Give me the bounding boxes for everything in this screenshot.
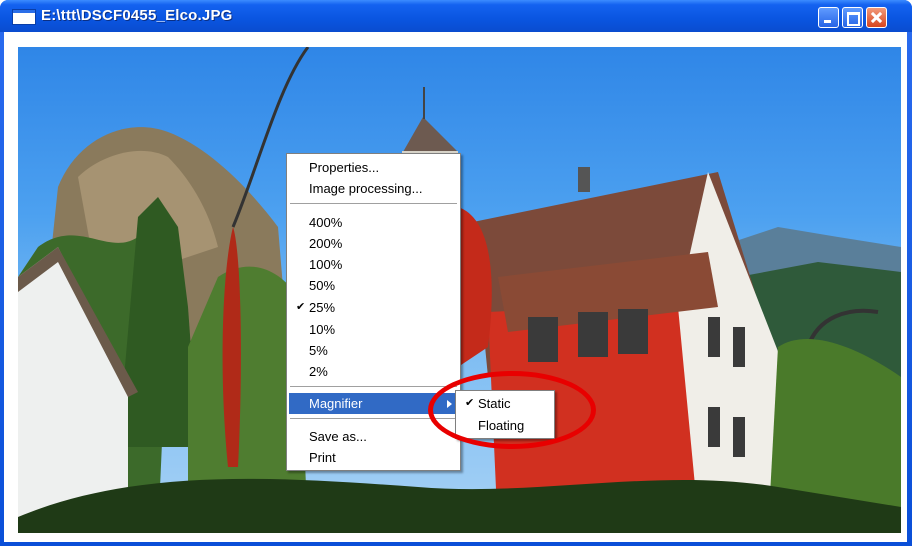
menu-item-print[interactable]: Print xyxy=(289,447,458,468)
menu-item-label: 2% xyxy=(309,364,328,379)
menu-item-image-processing[interactable]: Image processing... xyxy=(289,178,458,199)
menu-item-zoom-2[interactable]: 2% xyxy=(289,361,458,382)
menu-separator xyxy=(290,386,457,388)
menu-item-label: 25% xyxy=(309,300,336,315)
menu-item-label: 10% xyxy=(309,322,336,337)
menu-item-zoom-50[interactable]: 50% xyxy=(289,275,458,296)
menu-item-properties[interactable]: Properties... xyxy=(289,157,458,178)
title-bar[interactable]: E:\ttt\DSCF0455_Elco.JPG xyxy=(0,0,912,32)
menu-item-label: Properties... xyxy=(309,160,380,175)
menu-item-label: 100% xyxy=(309,257,343,272)
menu-item-label: 400% xyxy=(309,215,343,230)
maximize-button[interactable] xyxy=(842,7,863,28)
highlight-ellipse xyxy=(428,371,596,449)
menu-item-label: Magnifier xyxy=(309,396,363,411)
menu-item-label: Image processing... xyxy=(309,181,423,196)
menu-item-label: Print xyxy=(309,450,336,465)
image-window-icon[interactable] xyxy=(12,9,36,25)
menu-item-label: Save as... xyxy=(309,429,367,444)
menu-item-zoom-25[interactable]: ✔ 25% xyxy=(289,297,458,318)
menu-item-zoom-10[interactable]: 10% xyxy=(289,319,458,340)
minimize-button[interactable] xyxy=(818,7,839,28)
menu-item-zoom-200[interactable]: 200% xyxy=(289,233,458,254)
menu-item-label: 5% xyxy=(309,343,328,358)
close-icon xyxy=(867,8,886,27)
checkmark-icon: ✔ xyxy=(296,301,306,313)
menu-item-zoom-100[interactable]: 100% xyxy=(289,254,458,275)
window-title: E:\ttt\DSCF0455_Elco.JPG xyxy=(41,7,233,24)
menu-item-label: 50% xyxy=(309,278,336,293)
menu-separator xyxy=(290,203,457,205)
close-button[interactable] xyxy=(866,7,887,28)
menu-item-zoom-400[interactable]: 400% xyxy=(289,212,458,233)
menu-item-zoom-5[interactable]: 5% xyxy=(289,340,458,361)
menu-item-save-as[interactable]: Save as... xyxy=(289,426,458,447)
menu-item-label: 200% xyxy=(309,236,343,251)
maximize-icon xyxy=(843,8,862,27)
minimize-icon xyxy=(819,8,838,27)
